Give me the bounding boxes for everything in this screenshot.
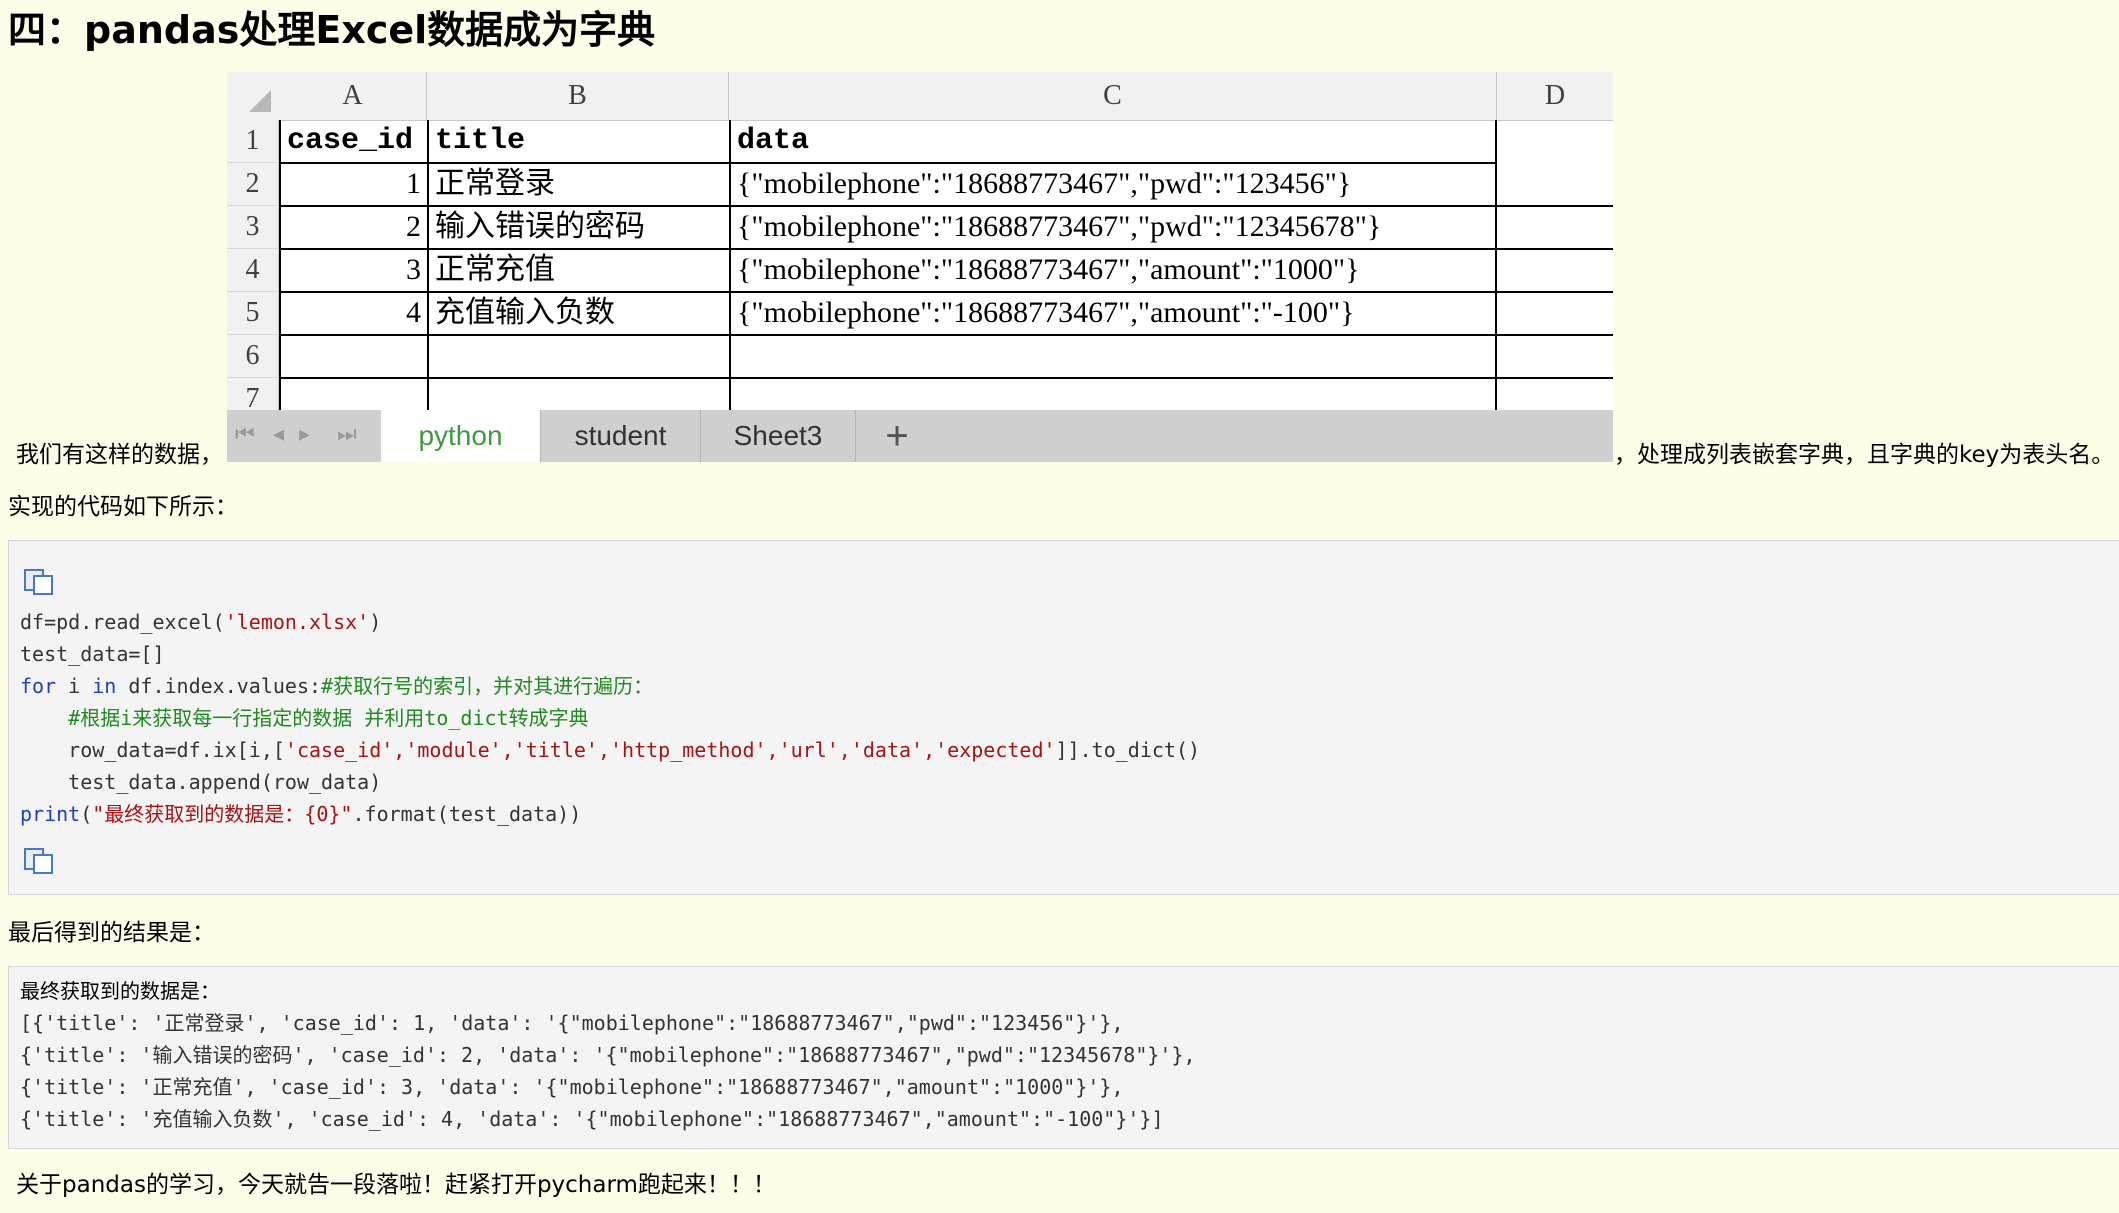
- cell-a1: case_id: [287, 124, 414, 158]
- sheet-tab-python[interactable]: python: [381, 410, 541, 462]
- cell-c1: data: [737, 124, 810, 158]
- row-header-1: 1: [227, 120, 279, 163]
- excel-screenshot: A B C D 1 2 3 4 5 6 7 case_id title data…: [227, 72, 1613, 462]
- row-header-5: 5: [227, 292, 279, 335]
- prev-sheet-icon[interactable]: ◂: [273, 422, 284, 447]
- row-header-6: 6: [227, 335, 279, 378]
- grid-line: [279, 162, 1497, 164]
- row-header-3: 3: [227, 206, 279, 249]
- cell-b3: 输入错误的密码: [435, 210, 645, 243]
- code-intro-text: 实现的代码如下所示：: [8, 494, 238, 520]
- copy-code-icon[interactable]: [22, 567, 53, 595]
- cell-b2: 正常登录: [435, 167, 555, 200]
- result-intro-text: 最后得到的结果是：: [8, 920, 215, 946]
- first-sheet-icon[interactable]: ⏮: [235, 422, 255, 447]
- code-line-4: #根据i来获取每一行指定的数据 并利用to_dict转成字典: [20, 706, 589, 730]
- code-line-6: test_data.append(row_data): [20, 770, 382, 794]
- cell-b5: 充值输入负数: [435, 296, 615, 329]
- output-line: [{'title': '正常登录', 'case_id': 1, 'data':…: [20, 1011, 1124, 1035]
- grid-line: [279, 334, 1613, 336]
- cell-b1: title: [435, 124, 526, 158]
- grid-line: [279, 291, 1613, 293]
- cell-a5: 4: [406, 296, 421, 329]
- output-line: {'title': '输入错误的密码', 'case_id': 2, 'data…: [20, 1043, 1196, 1067]
- grid-line: [279, 248, 1613, 250]
- intro-text-after: ，处理成列表嵌套字典，且字典的key为表头名。: [1614, 442, 2115, 468]
- cell-a2: 1: [406, 167, 421, 200]
- output-label: 最终获取到的数据是：: [20, 979, 220, 1003]
- next-sheet-icon[interactable]: ▸: [299, 422, 310, 447]
- cell-c2: {"mobilephone":"18688773467","pwd":"1234…: [737, 167, 1352, 200]
- column-header-d: D: [1544, 80, 1566, 111]
- add-sheet-button[interactable]: +: [867, 410, 927, 462]
- column-header-bar: A B C D: [227, 72, 1613, 121]
- cell-c3: {"mobilephone":"18688773467","pwd":"1234…: [737, 210, 1382, 243]
- select-all-corner: [249, 90, 271, 112]
- sheet-tab-bar: ⏮ ◂ ▸ ⏭ python student Sheet3 +: [227, 410, 1613, 462]
- cell-a4: 3: [406, 253, 421, 286]
- closing-text: 关于pandas的学习，今天就告一段落啦！赶紧打开pycharm跑起来！！！: [16, 1172, 776, 1198]
- sheet-tab-student[interactable]: student: [541, 410, 701, 462]
- cell-c4: {"mobilephone":"18688773467","amount":"1…: [737, 253, 1360, 286]
- cell-c5: {"mobilephone":"18688773467","amount":"-…: [737, 296, 1355, 329]
- column-header-b: B: [427, 72, 729, 120]
- column-header-a: A: [279, 72, 427, 120]
- code-block: df=pd.read_excel('lemon.xlsx') test_data…: [8, 540, 2119, 895]
- intro-text-before: 我们有这样的数据，: [16, 442, 223, 468]
- grid-line: [279, 205, 1613, 207]
- code-line-5: row_data=df.ix[i,['case_id','module','ti…: [20, 738, 1201, 762]
- output-line: {'title': '充值输入负数', 'case_id': 4, 'data'…: [20, 1107, 1164, 1131]
- row-header-4: 4: [227, 249, 279, 292]
- code-line-1: df=pd.read_excel('lemon.xlsx'): [20, 610, 382, 634]
- sheet-tab-sheet3[interactable]: Sheet3: [701, 410, 856, 462]
- output-line: {'title': '正常充值', 'case_id': 3, 'data': …: [20, 1075, 1124, 1099]
- code-line-2: test_data=[]: [20, 642, 165, 666]
- code-line-7: print("最终获取到的数据是：{0}".format(test_data)): [20, 802, 582, 826]
- output-block: 最终获取到的数据是： [{'title': '正常登录', 'case_id':…: [8, 966, 2119, 1149]
- cell-b4: 正常充值: [435, 253, 555, 286]
- column-header-c: C: [729, 72, 1497, 120]
- row-header-2: 2: [227, 163, 279, 206]
- grid-line: [279, 377, 1613, 379]
- copy-code-icon[interactable]: [22, 846, 53, 874]
- code-line-3: for i in df.index.values:#获取行号的索引，并对其进行遍…: [20, 674, 654, 698]
- section-heading: 四：pandas处理Excel数据成为字典: [8, 8, 656, 52]
- cell-a3: 2: [406, 210, 421, 243]
- last-sheet-icon[interactable]: ⏭: [337, 422, 357, 447]
